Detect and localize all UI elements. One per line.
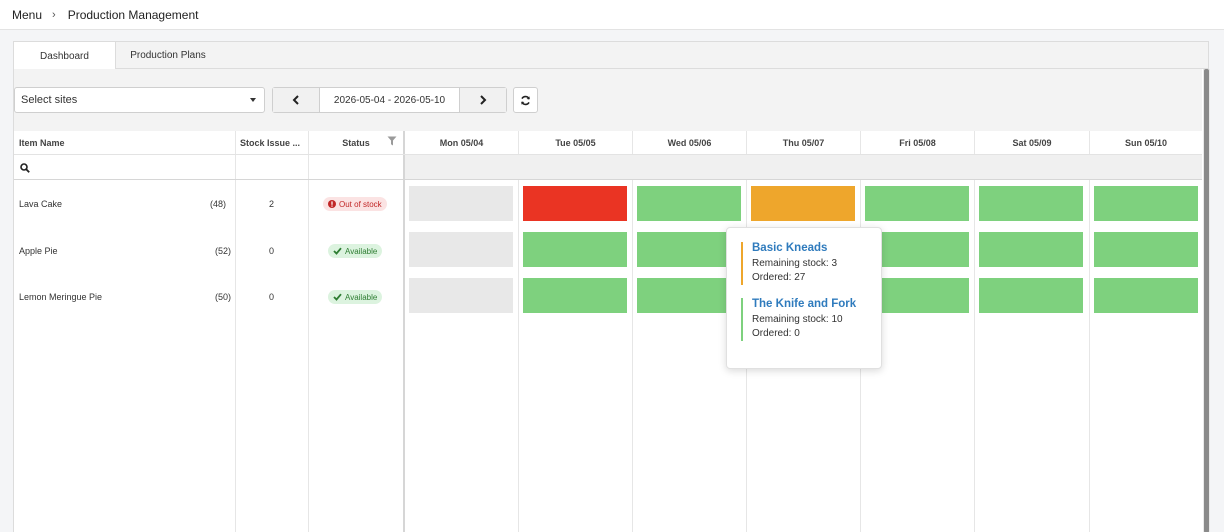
row-2-name: Apple Pie <box>19 246 58 256</box>
chevron-right-icon <box>480 95 487 105</box>
search-icon[interactable] <box>20 163 30 173</box>
schedule-grid: Item Name Stock Issue ... Status Mon 05/… <box>14 131 1202 532</box>
day-cell[interactable] <box>523 186 627 221</box>
column-divider <box>974 131 975 532</box>
funnel-icon[interactable] <box>387 136 397 146</box>
column-divider <box>235 131 236 532</box>
column-divider <box>1089 131 1090 532</box>
filter-divider <box>14 179 1202 180</box>
column-divider <box>308 131 309 532</box>
row-3-name: Lemon Meringue Pie <box>19 292 103 302</box>
day-cell[interactable] <box>865 186 969 221</box>
day-cell[interactable] <box>1094 232 1198 267</box>
row-1-name: Lava Cake <box>19 199 63 209</box>
row-2-stock-issue: 0 <box>269 246 275 256</box>
header-day-thu: Thu 05/07 <box>782 137 825 148</box>
day-cell[interactable] <box>979 186 1083 221</box>
day-cell[interactable] <box>523 232 627 267</box>
next-week-button[interactable] <box>459 88 506 112</box>
scrollbar-thumb[interactable] <box>1204 69 1209 532</box>
column-divider <box>518 131 519 532</box>
day-cell[interactable] <box>409 278 513 313</box>
header-day-fri: Fri 05/08 <box>899 137 936 148</box>
status-badge: Out of stock <box>323 197 387 211</box>
sites-select-label: Select sites <box>21 94 78 106</box>
day-cell[interactable] <box>979 232 1083 267</box>
tooltip-entry: The Knife and Fork Remaining stock: 10 O… <box>741 298 871 341</box>
tooltip-remaining: Remaining stock: 3 <box>752 258 838 269</box>
tooltip-site-name: Basic Kneads <box>752 242 828 254</box>
row-3-stock-issue: 0 <box>269 292 275 302</box>
vertical-scrollbar[interactable] <box>1203 69 1210 532</box>
tooltip-remaining: Remaining stock: 10 <box>752 314 843 325</box>
day-cell[interactable] <box>979 278 1083 313</box>
check-icon <box>333 293 342 301</box>
row-1-qty: (48) <box>210 199 227 209</box>
status-text: Available <box>345 246 378 256</box>
check-icon <box>333 247 342 255</box>
header-day-sat: Sat 05/09 <box>1012 137 1052 148</box>
breadcrumb-menu[interactable]: Menu <box>12 8 42 22</box>
tab-production-plans[interactable]: Production Plans <box>116 42 220 69</box>
caret-down-icon <box>250 98 256 102</box>
day-cell[interactable] <box>523 278 627 313</box>
status-text: Out of stock <box>339 199 382 209</box>
day-cell[interactable] <box>637 186 741 221</box>
stock-tooltip: Basic Kneads Remaining stock: 3 Ordered:… <box>726 227 882 369</box>
sites-select[interactable]: Select sites <box>14 87 265 113</box>
day-cell[interactable] <box>1094 186 1198 221</box>
tab-bar: Dashboard Production Plans <box>14 42 1208 70</box>
tooltip-entry: Basic Kneads Remaining stock: 3 Ordered:… <box>741 242 871 285</box>
status-badge: Available <box>328 244 383 258</box>
refresh-icon <box>521 95 530 105</box>
header-status-label: Status <box>342 137 370 148</box>
row-3-qty: (50) <box>215 292 232 302</box>
header-day-mon: Mon 05/04 <box>439 137 484 148</box>
date-range: 2026-05-04 - 2026-05-10 <box>333 94 446 106</box>
tab-dashboard[interactable]: Dashboard <box>14 42 116 70</box>
tooltip-ordered: Ordered: 27 <box>752 272 806 283</box>
breadcrumb: Menu › Production Management <box>0 0 1224 30</box>
header-stock-issue[interactable]: Stock Issue ... <box>240 131 308 154</box>
status-text: Available <box>345 292 378 302</box>
chevron-right-icon: › <box>52 8 56 21</box>
prev-week-button[interactable] <box>273 88 320 112</box>
chevron-left-icon <box>292 95 299 105</box>
main-panel: Dashboard Production Plans Select sites … <box>13 41 1210 532</box>
tooltip-ordered: Ordered: 0 <box>752 328 800 339</box>
tooltip-site-name: The Knife and Fork <box>752 298 857 310</box>
header-item-name[interactable]: Item Name <box>19 131 229 154</box>
header-day-tue: Tue 05/05 <box>555 137 596 148</box>
day-filter-band <box>405 155 1202 179</box>
refresh-button[interactable] <box>513 87 538 113</box>
day-cell[interactable] <box>409 186 513 221</box>
day-cell[interactable] <box>1094 278 1198 313</box>
filter-row <box>14 155 1202 179</box>
status-badge: Available <box>328 290 383 304</box>
date-navigator: 2026-05-04 - 2026-05-10 <box>272 87 507 113</box>
breadcrumb-current: Production Management <box>67 7 199 22</box>
day-cell[interactable] <box>751 186 855 221</box>
header-day-wed: Wed 05/06 <box>667 137 712 148</box>
row-2-qty: (52) <box>215 246 232 256</box>
column-divider <box>403 131 405 532</box>
column-divider <box>632 131 633 532</box>
alert-icon <box>328 200 336 208</box>
row-1-stock-issue: 2 <box>269 199 275 209</box>
toolbar: Select sites 2026-05-04 - 2026-05-10 <box>14 69 1202 131</box>
header-day-sun: Sun 05/10 <box>1124 137 1168 148</box>
day-cell[interactable] <box>409 232 513 267</box>
